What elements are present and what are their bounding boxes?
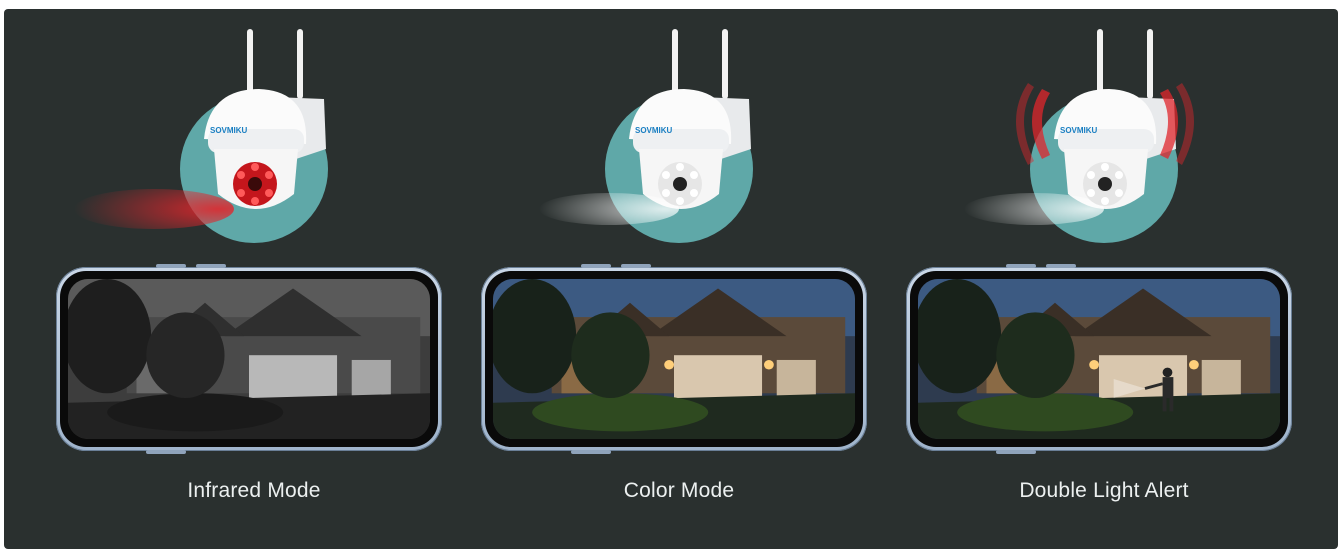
phone-frame bbox=[481, 264, 867, 454]
camera-illustration: SOVMIKU bbox=[884, 9, 1324, 259]
night-house-photo-infrared bbox=[68, 279, 430, 439]
security-camera-icon: SOVMIKU bbox=[964, 29, 1194, 243]
mode-color: SOVMIKU Color Mode bbox=[459, 9, 899, 549]
camera-illustration: SOVMIKU bbox=[459, 9, 899, 259]
camera-illustration: SOVMIKU bbox=[34, 9, 474, 259]
security-camera-icon: SOVMIKU bbox=[539, 29, 753, 243]
brand-logo: SOVMIKU bbox=[635, 126, 673, 135]
mode-infrared: SOVMIKU Infrared Mode bbox=[34, 9, 474, 549]
brand-logo: SOVMIKU bbox=[210, 126, 248, 135]
night-house-photo-intruder bbox=[918, 279, 1280, 439]
phone-frame bbox=[906, 264, 1292, 454]
mode-caption: Infrared Mode bbox=[187, 479, 321, 502]
security-camera-icon: SOVMIKU bbox=[74, 29, 328, 243]
phone-frame bbox=[56, 264, 442, 454]
mode-caption: Color Mode bbox=[623, 479, 735, 502]
brand-logo: SOVMIKU bbox=[1060, 126, 1098, 135]
mode-caption: Double Light Alert bbox=[1019, 479, 1189, 502]
night-house-photo-color bbox=[493, 279, 855, 439]
feature-panel: SOVMIKU Infrared Mode SOVMIKU Color Mode… bbox=[4, 9, 1338, 549]
mode-double-light-alert: SOVMIKU Double Light Alert bbox=[884, 9, 1324, 549]
